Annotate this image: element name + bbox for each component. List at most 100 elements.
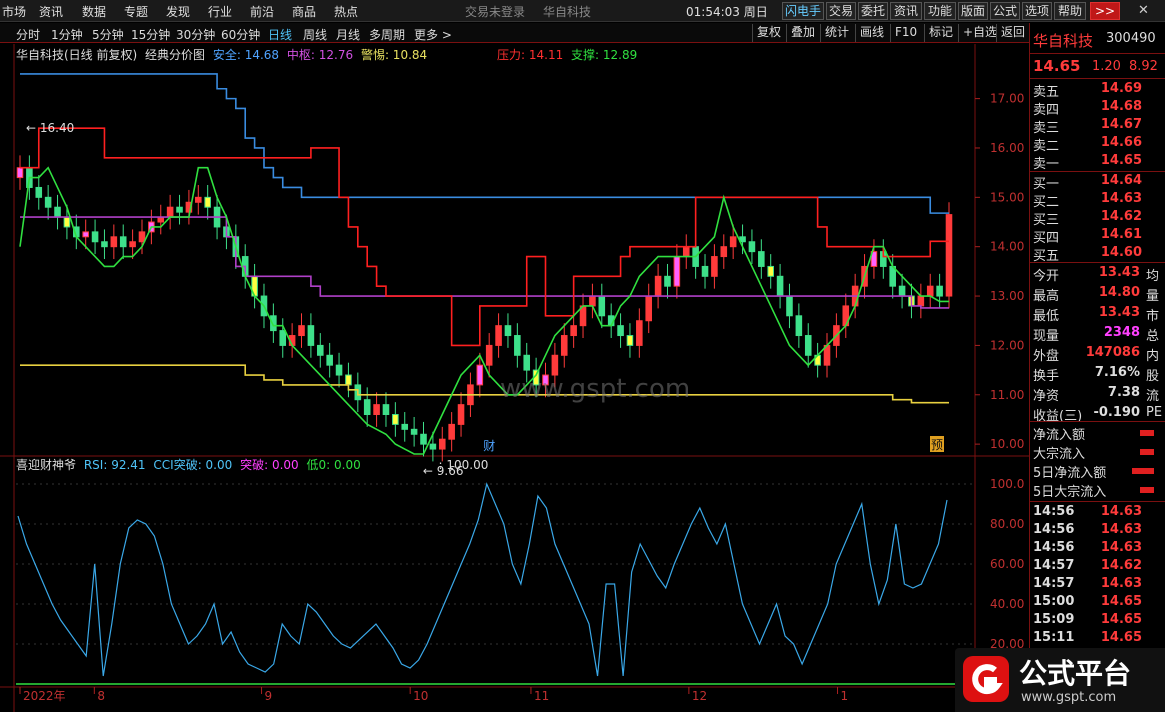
tick-row-value: 14.63 [1100, 504, 1142, 519]
period-60min[interactable]: 60分钟 [221, 26, 260, 43]
back-button[interactable]: 返回 [996, 24, 1029, 42]
stat-row: 今开 13.43 均 [1033, 265, 1165, 284]
menu-market[interactable]: 市场 [2, 3, 26, 20]
candle-body [654, 275, 662, 297]
period-1min[interactable]: 1分钟 [51, 26, 83, 43]
legend-support: 支撑: 12.89 [571, 48, 638, 62]
period-weekly[interactable]: 周线 [303, 26, 327, 43]
period-more[interactable]: 更多 > [414, 26, 452, 43]
candle-body [298, 325, 305, 337]
candle-body [720, 246, 728, 258]
legend-sub-name: 喜迎财神爷 [16, 458, 77, 472]
stat-row-value: -0.190 [1093, 405, 1140, 420]
f10-button[interactable]: F10 [890, 24, 921, 42]
tick-row: 15:00 14.65 [1033, 594, 1165, 613]
chart-area[interactable]: ← 16.40 ← 9.66 财预 17.00 16.00 15.00 14.00 13.0… [0, 44, 1029, 712]
ask-level-1: 卖一 14.65 [1033, 153, 1165, 172]
mark-button[interactable]: 标记 [924, 24, 957, 42]
stat-row-label: 最低 [1033, 309, 1060, 324]
last-price: 14.65 [1033, 57, 1081, 75]
ask-level-5-value: 14.69 [1100, 81, 1142, 96]
price-change: 1.20 [1092, 59, 1121, 74]
stat-row-value: 14.80 [1098, 285, 1140, 300]
menu-news[interactable]: 资讯 [39, 3, 63, 20]
period-15min[interactable]: 15分钟 [131, 26, 170, 43]
period-30min[interactable]: 30分钟 [176, 26, 215, 43]
stat-row-label: 现量 [1033, 329, 1060, 344]
menu-industry[interactable]: 行业 [208, 3, 232, 20]
menu-hot[interactable]: 热点 [334, 3, 358, 20]
draw-line-button[interactable]: 画线 [855, 24, 888, 42]
price-axis-label: 16.00 [990, 141, 1024, 155]
ask-level-5: 卖五 14.69 [1033, 81, 1165, 100]
tick-row-label: 15:00 [1033, 594, 1075, 609]
function-button[interactable]: 功能 [924, 2, 956, 20]
tick-row-value: 14.65 [1100, 594, 1142, 609]
rsi-line [17, 482, 948, 677]
candle-body [664, 275, 671, 287]
time-axis-label: 2022年 [23, 689, 66, 703]
candle-body [82, 231, 89, 238]
candle-body [373, 404, 380, 416]
menu-commodity[interactable]: 商品 [292, 3, 316, 20]
tick-row-label: 14:57 [1033, 558, 1075, 573]
gspt-badge: 公式平台 www.gspt.com [955, 648, 1165, 712]
statistics-button[interactable]: 统计 [820, 24, 853, 42]
overlay-button[interactable]: 叠加 [786, 24, 819, 42]
legend-warn: 警惕: 10.84 [360, 48, 428, 62]
layout-button[interactable]: 版面 [958, 2, 988, 20]
tick-row-label: 15:09 [1033, 612, 1075, 627]
close-icon[interactable]: ✕ [1138, 3, 1149, 18]
safe-line [20, 73, 949, 214]
candle-body [279, 330, 287, 346]
tick-row-label: 14:56 [1033, 522, 1075, 537]
candle-body [35, 186, 43, 198]
tick-row-value: 14.65 [1100, 630, 1142, 645]
tick-row-value: 14.62 [1100, 558, 1142, 573]
adjust-button[interactable]: 复权 [752, 24, 785, 42]
flow-bar [1140, 449, 1154, 455]
period-multi[interactable]: 多周期 [369, 26, 405, 43]
candle-body [307, 325, 315, 346]
period-daily[interactable]: 日线 [268, 26, 292, 43]
flash-trade-button[interactable]: 闪电手 [782, 2, 824, 20]
menu-frontier[interactable]: 前沿 [250, 3, 274, 20]
flow-row-label: 净流入额 [1033, 428, 1086, 443]
trade-button[interactable]: 交易 [826, 2, 856, 20]
ask-level-5-label: 卖五 [1033, 85, 1060, 100]
stat-row-aux: 流 [1146, 389, 1160, 404]
menu-discover[interactable]: 发现 [166, 3, 190, 20]
pressure-line [20, 127, 949, 347]
candle-body [382, 404, 390, 416]
stat-row-value: 13.43 [1098, 305, 1140, 320]
stat-row-value: 147086 [1085, 345, 1140, 360]
candle-body [626, 335, 634, 346]
menu-data[interactable]: 数据 [82, 3, 106, 20]
news-button[interactable]: 资讯 [890, 2, 922, 20]
time-axis-label: 8 [97, 689, 105, 703]
candle-body [195, 196, 202, 203]
add-watchlist-button[interactable]: +自选 [958, 24, 1001, 42]
period-monthly[interactable]: 月线 [336, 26, 360, 43]
badge-title: 公式平台 [1019, 657, 1132, 690]
menu-topic[interactable]: 专题 [124, 3, 148, 20]
candle-body [204, 196, 211, 208]
formula-button[interactable]: 公式 [990, 2, 1020, 20]
flow-row: 大宗流入 [1033, 443, 1165, 462]
period-intraday[interactable]: 分时 [16, 26, 40, 43]
help-button[interactable]: 帮助 [1054, 2, 1086, 20]
candle-body [936, 285, 943, 297]
price-axis-label: 17.00 [990, 92, 1024, 106]
legend-pressure: 压力: 14.11 [497, 48, 564, 62]
period-5min[interactable]: 5分钟 [92, 26, 124, 43]
flow-row: 5日净流入额 [1033, 462, 1165, 481]
candle-body [335, 364, 343, 376]
more-menu-button[interactable]: >> [1090, 2, 1120, 20]
candle-body [326, 354, 333, 366]
bid-level-2-value: 14.63 [1100, 191, 1142, 206]
legend-tupo: 突破: 0.00 [240, 458, 299, 472]
candle-body [636, 320, 643, 346]
order-button[interactable]: 委托 [858, 2, 888, 20]
trade-login-status[interactable]: 交易未登录 [465, 3, 525, 20]
options-button[interactable]: 选项 [1022, 2, 1052, 20]
